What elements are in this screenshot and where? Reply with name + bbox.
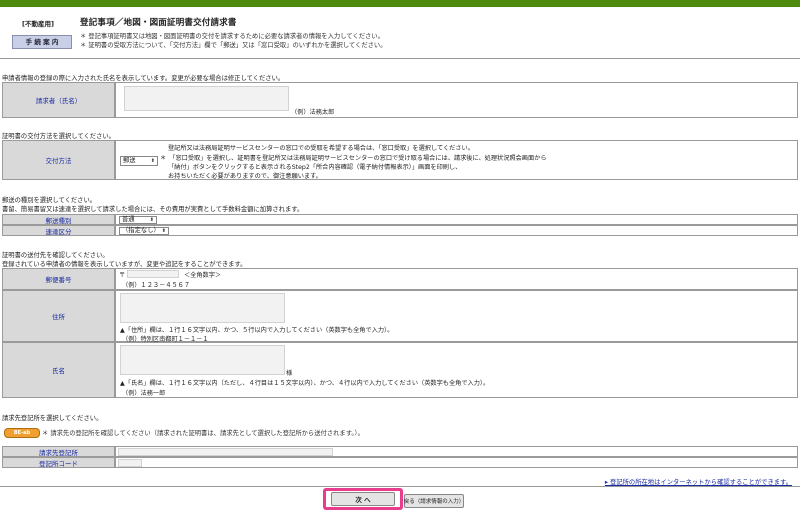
registry-code-cell: [115, 457, 798, 468]
express-select[interactable]: （指定なし） ⬍: [119, 227, 169, 235]
postal-code-input[interactable]: [127, 270, 179, 278]
postal-hint: ＜全角数字＞: [184, 272, 222, 279]
registry-code-label: 登記所コード: [2, 457, 115, 468]
registry-code-field: [118, 459, 142, 467]
name-cell: 様 ▲「氏名」欄は、１行１６文字以内（ただし、４行目は１５文字以内）、かつ、４行…: [115, 342, 798, 398]
select-arrow-icon: ⬍: [150, 158, 155, 164]
applicant-example: （例）法務太郎: [291, 109, 335, 116]
name-honorific: 様: [286, 370, 293, 377]
postal-label: 郵便番号: [2, 268, 115, 290]
name-note: ▲「氏名」欄は、１行１６文字以内（ただし、４行目は１５文字以内）、かつ、４行以内…: [120, 380, 490, 387]
top-color-bar: [0, 0, 800, 7]
registry-note: ＊ 請求先の登記所を確認してください（請求された証明書は、請求先として選択した登…: [42, 430, 364, 437]
registry-search-button[interactable]: BE-ab: [4, 428, 40, 438]
delivery-label: 交付方法: [2, 140, 115, 180]
next-button-highlight: 次 へ: [323, 488, 403, 510]
mail-type-intro-2: 書留、簡易書留又は速達を選択して請求した場合には、その費用が実費として手数料金額…: [2, 206, 304, 213]
address-label: 住所: [2, 290, 115, 342]
delivery-note-3: 「納付」ボタンをクリックすると表示されるStep2「所合内容確認（電子納付情報表…: [168, 164, 462, 171]
footer-divider: [0, 486, 800, 487]
category-tag: [不動産用]: [22, 20, 54, 28]
mail-type-select[interactable]: 普通 ⬍: [119, 216, 157, 224]
postal-cell: 〒 ＜全角数字＞ （例）１２３－４５６７: [115, 268, 798, 290]
address-note: ▲「住所」欄は、１行１６文字以内、かつ、５行以内で入力してください（英数字も全角…: [120, 327, 394, 334]
registry-location-link[interactable]: ▸ 登記所の所在地はインターネットから確認することができます。: [605, 477, 792, 486]
destination-intro-2: 登録されている申請者の情報を表示していますが、変更や追記をすることができます。: [2, 261, 247, 268]
registry-intro: 請求先登記所を選択してください。: [2, 415, 103, 422]
delivery-note-1: 登記所又は法務局証明サービスセンターの窓口での受取を希望する場合は、「窓口受取」…: [168, 145, 474, 152]
mail-type-cell: 普通 ⬍: [115, 214, 798, 225]
next-button[interactable]: 次 へ: [331, 492, 395, 506]
page-title: 登記事項／地図・図面証明書交付請求書: [80, 18, 237, 28]
address-input[interactable]: [120, 293, 285, 323]
recipient-name-input[interactable]: [120, 345, 285, 375]
back-button[interactable]: 戻る（請求情報の入力）: [404, 494, 464, 508]
destination-intro-1: 証明書の送付先を確認してください。: [2, 252, 109, 259]
applicant-name-input[interactable]: [124, 86, 289, 111]
registry-office-label: 請求先登記所: [2, 446, 115, 457]
applicant-cell: （例）法務太郎: [115, 82, 798, 118]
select-arrow-icon: ⬍: [149, 217, 154, 223]
procedure-guide-button[interactable]: 手 続 案 内: [12, 35, 72, 49]
registry-office-field: [118, 448, 333, 456]
header-note-2: ＊ 証明書の受取方法について、「交付方法」欄で「郵送」又は「窓口受取」のいずれか…: [80, 42, 387, 49]
delivery-note-2: ＊ 「窓口受取」を選択し、証明書を登記所又は法務局証明サービスセンターの窓口で受…: [160, 155, 547, 162]
address-cell: ▲「住所」欄は、１行１６文字以内、かつ、５行以内で入力してください（英数字も全角…: [115, 290, 798, 343]
express-label: 速達区分: [2, 225, 115, 236]
delivery-intro: 証明書の交付方法を選択してください。: [2, 133, 115, 140]
header-note-1: ＊ 登記事項証明書又は地図・図面証明書の交付を請求するために必要な請求者の情報を…: [80, 33, 384, 40]
postal-example: （例）１２３－４５６７: [122, 282, 191, 289]
mail-type-intro-1: 郵送の種別を選択してください。: [2, 197, 97, 204]
name-example: （例）法務一郎: [122, 390, 166, 397]
delivery-note-4: お持ちいただく必要がありますので、御注意願います。: [168, 173, 322, 180]
delivery-method-select[interactable]: 郵送 ⬍: [120, 156, 158, 166]
applicant-intro: 申請者情報の登録の際に入力された氏名を表示しています。変更が必要な場合は修正して…: [2, 75, 285, 82]
divider: [0, 58, 800, 59]
delivery-cell: 郵送 ⬍ 登記所又は法務局証明サービスセンターの窓口での受取を希望する場合は、「窓…: [115, 140, 798, 180]
mail-type-label: 郵送種別: [2, 214, 115, 225]
select-arrow-icon: ⬍: [161, 228, 166, 234]
registry-office-cell: [115, 446, 798, 457]
name-label: 氏名: [2, 342, 115, 398]
applicant-label: 請求者（氏名）: [2, 82, 115, 118]
express-cell: （指定なし） ⬍: [115, 225, 798, 236]
postal-prefix: 〒: [119, 272, 126, 279]
